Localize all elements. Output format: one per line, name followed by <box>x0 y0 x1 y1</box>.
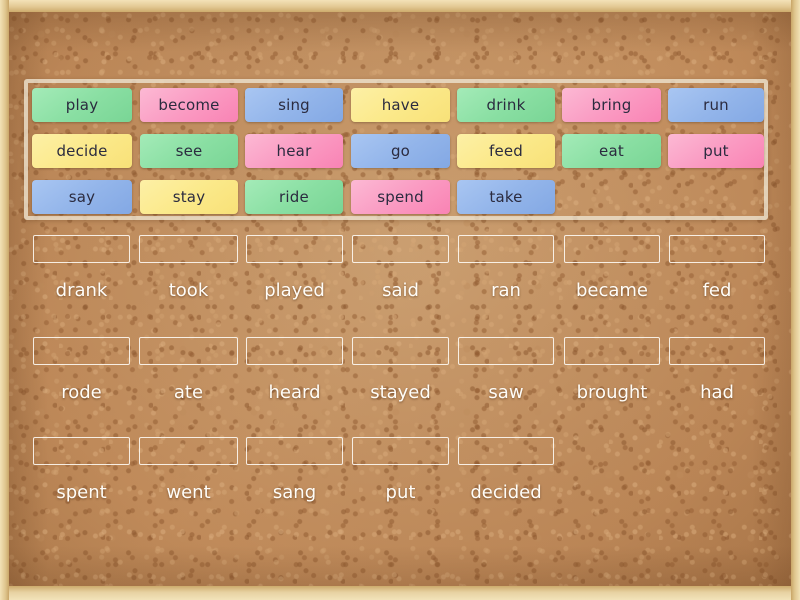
answer-label-stayed: stayed <box>370 381 431 403</box>
word-card-spend[interactable]: spend <box>351 180 450 214</box>
answer-label-went: went <box>166 481 211 503</box>
word-card-ride[interactable]: ride <box>245 180 343 214</box>
word-card-have[interactable]: have <box>351 88 450 122</box>
answer-label-decided: decided <box>470 481 542 503</box>
drop-zone-ate[interactable] <box>139 337 238 365</box>
drop-zone-rode[interactable] <box>33 337 130 365</box>
answer-label-played: played <box>264 279 325 301</box>
word-card-sing[interactable]: sing <box>245 88 343 122</box>
frame-left-edge <box>0 0 9 600</box>
word-card-feed[interactable]: feed <box>457 134 555 168</box>
word-card-eat[interactable]: eat <box>562 134 661 168</box>
drop-zone-had[interactable] <box>669 337 765 365</box>
word-card-stay[interactable]: stay <box>140 180 238 214</box>
drop-zone-put[interactable] <box>352 437 449 465</box>
answer-label-put: put <box>385 481 416 503</box>
answer-label-had: had <box>700 381 734 403</box>
drop-zone-took[interactable] <box>139 235 238 263</box>
drop-zone-decided[interactable] <box>458 437 554 465</box>
word-card-drink[interactable]: drink <box>457 88 555 122</box>
answer-label-said: said <box>382 279 419 301</box>
answer-label-became: became <box>575 279 649 301</box>
answer-label-rode: rode <box>61 381 102 403</box>
drop-zone-heard[interactable] <box>246 337 343 365</box>
word-card-decide[interactable]: decide <box>32 134 132 168</box>
drop-zone-sang[interactable] <box>246 437 343 465</box>
answer-label-ate: ate <box>173 381 204 403</box>
drop-zone-stayed[interactable] <box>352 337 449 365</box>
answer-label-took: took <box>168 279 209 301</box>
word-card-bring[interactable]: bring <box>562 88 661 122</box>
word-card-play[interactable]: play <box>32 88 132 122</box>
drop-zone-ran[interactable] <box>458 235 554 263</box>
drop-zone-brought[interactable] <box>564 337 660 365</box>
word-card-say[interactable]: say <box>32 180 132 214</box>
answer-label-fed: fed <box>702 279 732 301</box>
word-card-run[interactable]: run <box>668 88 764 122</box>
drop-zone-spent[interactable] <box>33 437 130 465</box>
drop-zone-fed[interactable] <box>669 235 765 263</box>
drop-zone-said[interactable] <box>352 235 449 263</box>
answer-label-drank: drank <box>55 279 108 301</box>
word-card-take[interactable]: take <box>457 180 555 214</box>
drop-zone-played[interactable] <box>246 235 343 263</box>
answer-label-sang: sang <box>272 481 317 503</box>
word-card-put[interactable]: put <box>668 134 764 168</box>
frame-top-edge <box>0 0 800 12</box>
word-card-become[interactable]: become <box>140 88 238 122</box>
drop-zone-went[interactable] <box>139 437 238 465</box>
drop-zone-became[interactable] <box>564 235 660 263</box>
frame-right-edge <box>791 0 800 600</box>
word-card-see[interactable]: see <box>140 134 238 168</box>
word-card-hear[interactable]: hear <box>245 134 343 168</box>
answer-label-heard: heard <box>268 381 321 403</box>
answer-label-saw: saw <box>488 381 524 403</box>
drop-zone-drank[interactable] <box>33 235 130 263</box>
frame-bottom-edge <box>0 586 800 600</box>
word-card-go[interactable]: go <box>351 134 450 168</box>
drop-zone-saw[interactable] <box>458 337 554 365</box>
answer-label-brought: brought <box>576 381 648 403</box>
answer-label-ran: ran <box>491 279 521 301</box>
answer-label-spent: spent <box>56 481 107 503</box>
